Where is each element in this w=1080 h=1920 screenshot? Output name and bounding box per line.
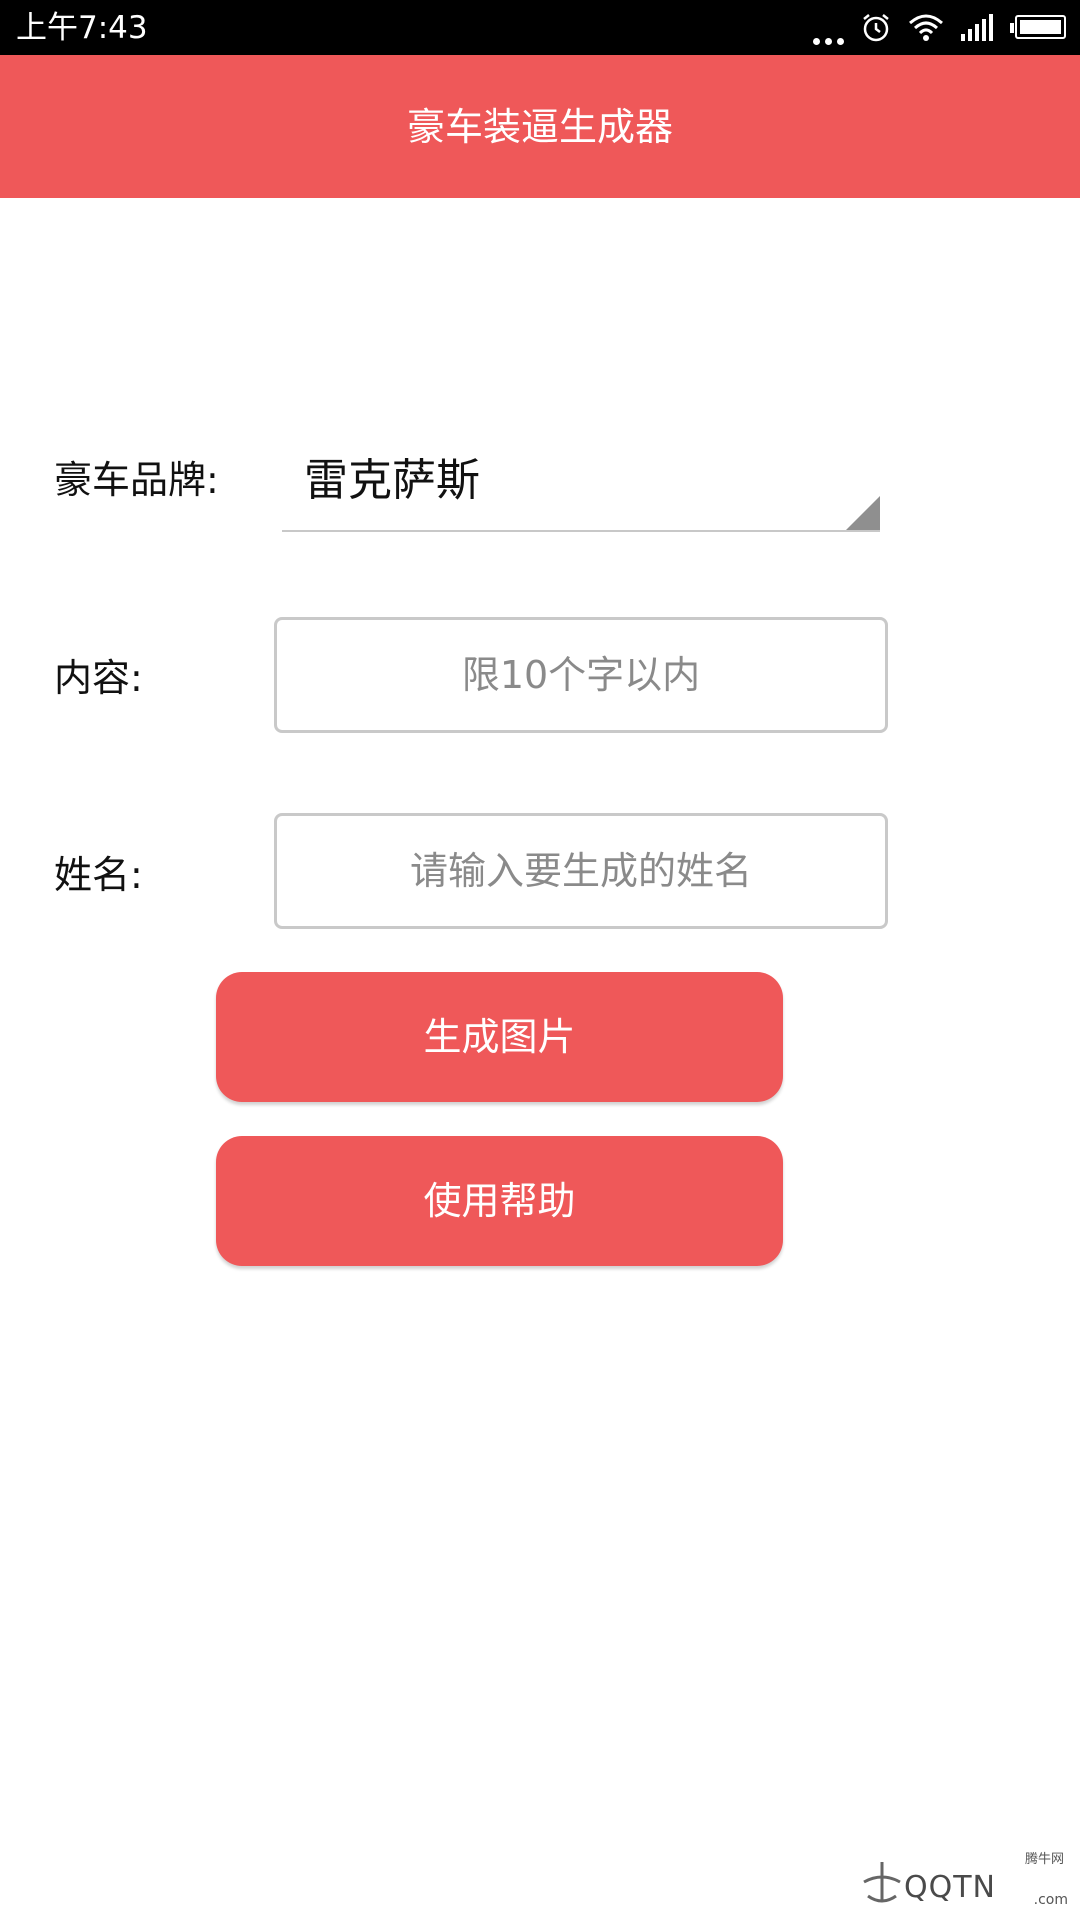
app-bar: 豪车装逼生成器 (0, 55, 1080, 198)
dropdown-arrow-icon (846, 496, 880, 530)
name-field (274, 813, 888, 929)
content-label: 内容: (54, 656, 143, 700)
wifi-icon (909, 14, 943, 41)
brand-label: 豪车品牌: (54, 458, 219, 502)
name-label: 姓名: (54, 853, 143, 897)
watermark-suffix: .com (1033, 1892, 1068, 1908)
content-input[interactable] (277, 620, 885, 730)
app-title: 豪车装逼生成器 (406, 105, 673, 149)
watermark-small-text: 腾牛网 (1024, 1852, 1064, 1867)
battery-icon (1010, 15, 1068, 41)
status-bar: 上午7:43 (0, 0, 1080, 55)
watermark: QQTN 腾牛网 .com (860, 1852, 1070, 1912)
more-dots-icon (813, 11, 844, 45)
alarm-icon (863, 14, 889, 42)
watermark-logo-icon (863, 1862, 901, 1903)
watermark-text: QQTN (904, 1870, 996, 1905)
brand-value: 雷克萨斯 (304, 455, 480, 506)
help-button[interactable]: 使用帮助 (216, 1136, 783, 1266)
brand-spinner[interactable]: 雷克萨斯 (282, 440, 880, 532)
status-time: 上午7:43 (16, 10, 148, 46)
status-icons (813, 10, 1068, 46)
generate-image-button[interactable]: 生成图片 (216, 972, 783, 1102)
name-input[interactable] (277, 816, 885, 926)
signal-icon (961, 14, 993, 41)
content-field (274, 617, 888, 733)
